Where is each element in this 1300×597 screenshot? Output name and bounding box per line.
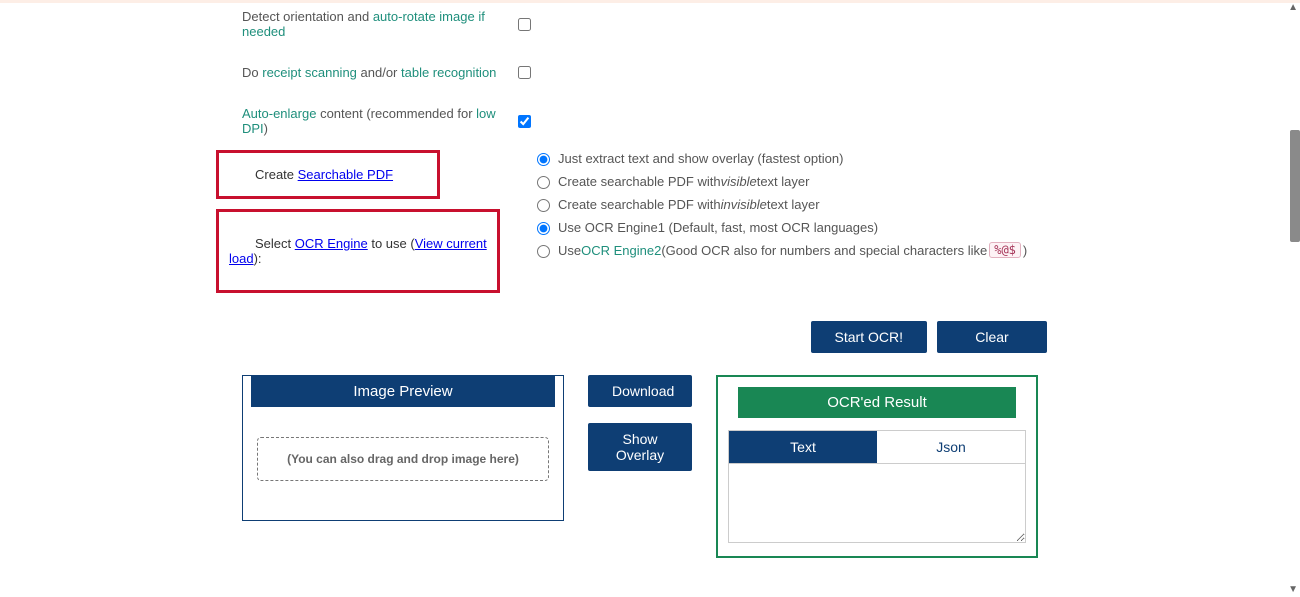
receipt-mid: and/or — [357, 65, 401, 80]
receipt-checkbox[interactable] — [518, 66, 531, 79]
tab-json[interactable]: Json — [877, 431, 1025, 463]
table-recognition-link[interactable]: table recognition — [401, 65, 496, 80]
drop-zone[interactable]: (You can also drag and drop image here) — [257, 437, 549, 481]
select-engine-suffix: ): — [254, 251, 262, 266]
radio-engine2-suffix: ) — [1023, 243, 1027, 258]
image-preview-title: Image Preview — [251, 376, 555, 407]
orientation-prefix: Detect orientation and — [242, 9, 373, 24]
radio-invisible-prefix: Create searchable PDF with — [558, 197, 721, 212]
radio-extract-label: Just extract text and show overlay (fast… — [558, 151, 843, 166]
option-row-receipt: Do receipt scanning and/or table recogni… — [242, 63, 1240, 82]
show-overlay-button[interactable]: Show Overlay — [588, 423, 692, 471]
radio-extract[interactable] — [537, 153, 550, 166]
ocr-engine2-link[interactable]: OCR Engine2 — [581, 243, 661, 258]
scrollbar-thumb[interactable] — [1290, 130, 1300, 242]
radio-row-visible: Create searchable PDF with visible text … — [532, 173, 1027, 189]
radio-visible-suffix: text layer — [757, 174, 810, 189]
ocr-result-panel: OCR'ed Result Text Json — [716, 375, 1038, 558]
create-pdf-box: Create Searchable PDF — [216, 150, 440, 199]
radio-visible-em: visible — [721, 174, 757, 189]
select-engine-mid: to use ( — [368, 236, 415, 251]
ocr-result-title: OCR'ed Result — [738, 387, 1016, 418]
special-chars-code: %@$ — [989, 242, 1021, 258]
orientation-checkbox[interactable] — [518, 18, 531, 31]
enlarge-checkbox[interactable] — [518, 115, 531, 128]
receipt-scanning-link[interactable]: receipt scanning — [262, 65, 357, 80]
radio-engine2-prefix: Use — [558, 243, 581, 258]
result-textarea[interactable] — [728, 463, 1026, 543]
radio-row-engine1: Use OCR Engine1 (Default, fast, most OCR… — [532, 219, 1027, 235]
radio-row-extract: Just extract text and show overlay (fast… — [532, 150, 1027, 166]
radio-engine2-mid: (Good OCR also for numbers and special c… — [661, 243, 987, 258]
radio-visible[interactable] — [537, 176, 550, 189]
tab-text[interactable]: Text — [729, 431, 877, 463]
clear-button[interactable]: Clear — [937, 321, 1047, 353]
option-row-orientation: Detect orientation and auto-rotate image… — [242, 9, 1240, 39]
create-pdf-prefix: Create — [229, 167, 298, 182]
download-button[interactable]: Download — [588, 375, 692, 407]
enlarge-suffix: ) — [264, 121, 268, 136]
select-engine-prefix: Select — [229, 236, 295, 251]
option-row-enlarge: Auto-enlarge content (recommended for lo… — [242, 106, 1240, 136]
radio-engine1-label: Use OCR Engine1 (Default, fast, most OCR… — [558, 220, 878, 235]
receipt-prefix: Do — [242, 65, 262, 80]
enlarge-mid: content (recommended for — [316, 106, 476, 121]
radio-row-invisible: Create searchable PDF with invisible tex… — [532, 196, 1027, 212]
start-ocr-button[interactable]: Start OCR! — [811, 321, 927, 353]
radio-invisible-em: invisible — [721, 197, 767, 212]
ocr-engine-link[interactable]: OCR Engine — [295, 236, 368, 251]
scroll-down-icon[interactable]: ▼ — [1288, 584, 1298, 595]
radio-engine1[interactable] — [537, 222, 550, 235]
radio-visible-prefix: Create searchable PDF with — [558, 174, 721, 189]
auto-enlarge-link[interactable]: Auto-enlarge — [242, 106, 316, 121]
searchable-pdf-link[interactable]: Searchable PDF — [298, 167, 393, 182]
image-preview-panel: Image Preview (You can also drag and dro… — [242, 375, 564, 521]
radio-invisible-suffix: text layer — [767, 197, 820, 212]
radio-row-engine2: Use OCR Engine2 (Good OCR also for numbe… — [532, 242, 1027, 258]
select-engine-box: Select OCR Engine to use (View current l… — [216, 209, 500, 293]
radio-engine2[interactable] — [537, 245, 550, 258]
radio-invisible[interactable] — [537, 199, 550, 212]
pdf-and-engine-group: Create Searchable PDF Select OCR Engine … — [242, 150, 1240, 303]
scroll-up-icon[interactable]: ▲ — [1288, 2, 1298, 13]
